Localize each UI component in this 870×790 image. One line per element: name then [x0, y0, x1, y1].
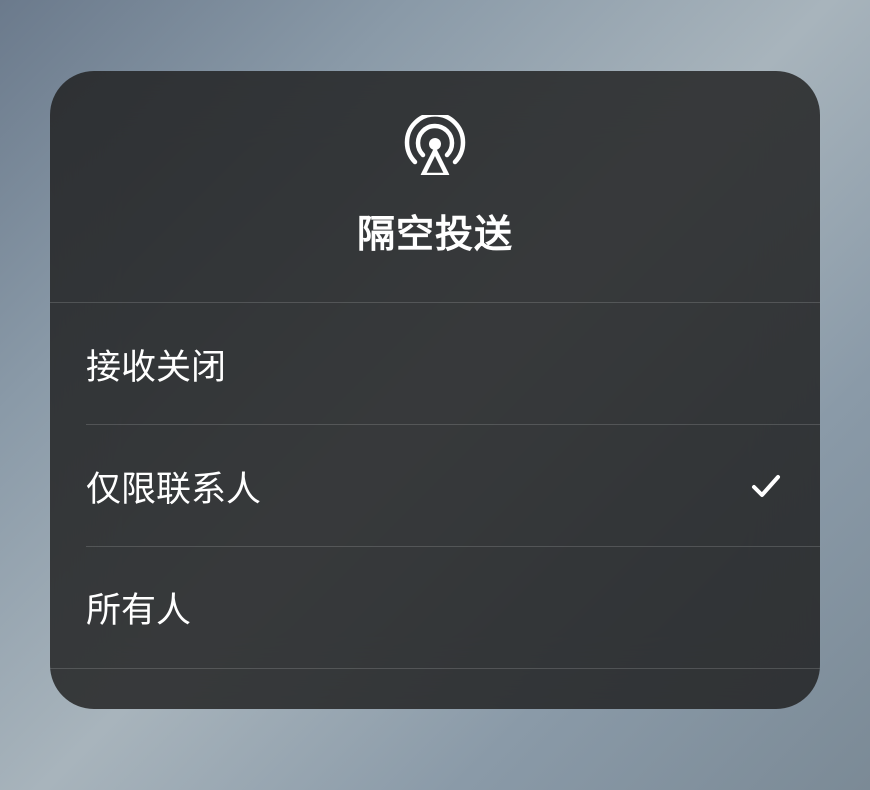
checkmark-icon [748, 468, 784, 504]
option-label: 接收关闭 [86, 339, 226, 390]
airdrop-panel: 隔空投送 接收关闭 仅限联系人 所有人 [50, 71, 820, 709]
option-label: 仅限联系人 [86, 461, 261, 512]
airdrop-icon [401, 115, 469, 175]
options-list: 接收关闭 仅限联系人 所有人 [50, 303, 820, 669]
panel-spacer [50, 669, 820, 709]
option-receiving-off[interactable]: 接收关闭 [50, 303, 820, 425]
panel-title: 隔空投送 [357, 203, 513, 258]
option-label: 所有人 [86, 582, 191, 633]
option-everyone[interactable]: 所有人 [50, 547, 820, 669]
option-contacts-only[interactable]: 仅限联系人 [50, 425, 820, 547]
panel-header: 隔空投送 [50, 71, 820, 303]
